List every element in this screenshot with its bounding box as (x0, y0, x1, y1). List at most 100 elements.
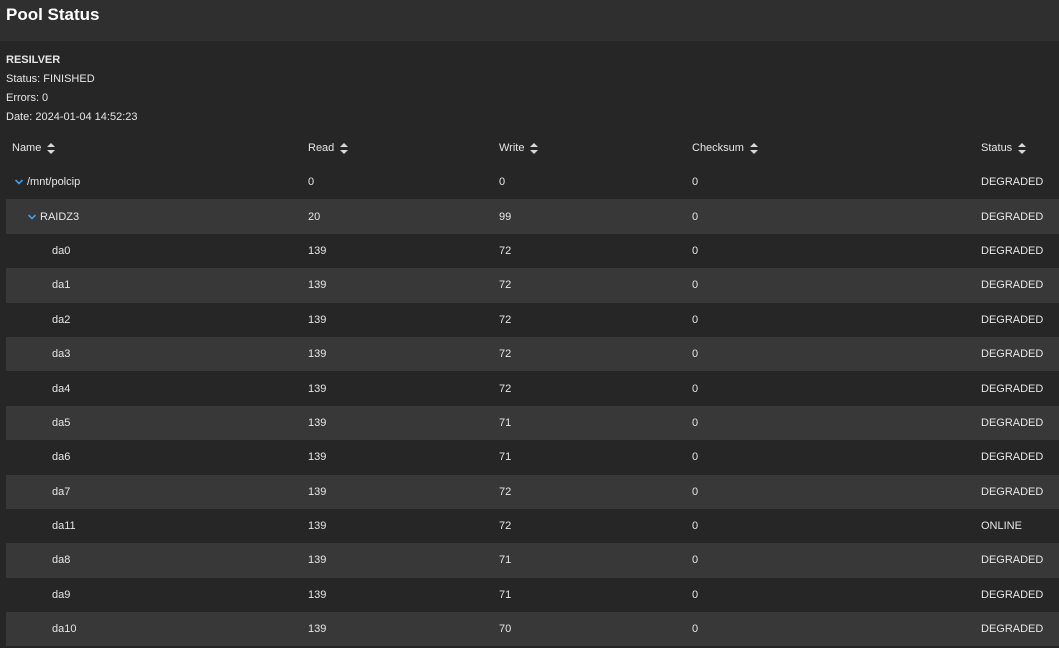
device-name: da1 (52, 279, 71, 292)
cell-status: DEGRADED (981, 176, 1044, 189)
chevron-down-icon[interactable] (14, 177, 24, 187)
cell-read: 139 (308, 348, 327, 361)
device-name: da8 (52, 554, 71, 567)
cell-name: da7 (6, 486, 308, 498)
sort-icon[interactable] (530, 142, 539, 154)
column-header-read[interactable]: Read (308, 142, 499, 154)
cell-write: 72 (499, 244, 512, 257)
cell-write: 99 (499, 210, 512, 223)
cell-name: /mnt/polcip (6, 176, 308, 188)
table-row[interactable]: /mnt/polcip 0 0 0 DEGRADED (6, 165, 1059, 199)
cell-status: DEGRADED (981, 485, 1044, 498)
table-row[interactable]: da5 139 71 0 DEGRADED (6, 405, 1059, 441)
device-name: da11 (52, 520, 76, 533)
cell-status: DEGRADED (981, 279, 1044, 292)
cell-read: 139 (308, 313, 327, 326)
cell-read: 139 (308, 485, 327, 498)
cell-name: RAIDZ3 (6, 211, 308, 223)
cell-read: 139 (308, 623, 327, 636)
cell-name: da10 (6, 623, 308, 635)
cell-status: DEGRADED (981, 348, 1044, 361)
sort-icon[interactable] (1018, 142, 1027, 154)
table-row[interactable]: da3 139 72 0 DEGRADED (6, 336, 1059, 372)
sort-icon[interactable] (749, 142, 758, 154)
cell-checksum: 0 (692, 520, 699, 533)
device-name: da3 (52, 348, 71, 361)
table-header: Name Read Write Checksum Status (6, 131, 1059, 165)
cell-status: DEGRADED (981, 313, 1044, 326)
cell-checksum: 0 (692, 485, 699, 498)
page-header: Pool Status (0, 0, 1059, 41)
table-row[interactable]: da0 139 72 0 DEGRADED (6, 234, 1059, 268)
scan-title: RESILVER (6, 54, 61, 66)
cell-write: 71 (499, 416, 512, 429)
scan-errors: Errors: 0 (6, 92, 49, 104)
pool-devices-table: Name Read Write Checksum Status /mnt/pol… (6, 131, 1059, 647)
cell-status: DEGRADED (981, 416, 1044, 429)
column-header-label: Name (12, 142, 42, 154)
sort-icon[interactable] (47, 142, 56, 154)
cell-status: DEGRADED (981, 451, 1044, 464)
cell-read: 139 (308, 588, 327, 601)
cell-checksum: 0 (692, 588, 699, 601)
cell-status: DEGRADED (981, 244, 1044, 257)
device-name: da10 (52, 623, 77, 636)
cell-status: DEGRADED (981, 554, 1044, 567)
cell-checksum: 0 (692, 348, 699, 361)
cell-checksum: 0 (692, 313, 699, 326)
table-row[interactable]: da2 139 72 0 DEGRADED (6, 303, 1059, 337)
table-row[interactable]: da4 139 72 0 DEGRADED (6, 371, 1059, 405)
pool-status-content: RESILVER Status: FINISHED Errors: 0 Date… (0, 41, 1059, 648)
cell-name: da4 (6, 383, 308, 395)
cell-checksum: 0 (692, 176, 699, 189)
cell-write: 72 (499, 279, 512, 292)
column-header-checksum[interactable]: Checksum (692, 142, 981, 154)
column-header-name[interactable]: Name (6, 142, 308, 154)
column-header-write[interactable]: Write (499, 142, 692, 154)
chevron-down-icon[interactable] (27, 212, 37, 222)
column-header-status[interactable]: Status (981, 142, 1059, 154)
device-name: da2 (52, 313, 71, 326)
cell-write: 72 (499, 485, 512, 498)
page-title: Pool Status (6, 5, 100, 24)
cell-read: 139 (308, 244, 327, 257)
cell-checksum: 0 (692, 279, 699, 292)
table-row[interactable]: RAIDZ3 20 99 0 DEGRADED (6, 199, 1059, 234)
cell-read: 139 (308, 416, 327, 429)
cell-read: 0 (308, 176, 315, 189)
table-row[interactable]: da7 139 72 0 DEGRADED (6, 474, 1059, 509)
table-row[interactable]: da1 139 72 0 DEGRADED (6, 268, 1059, 303)
cell-name: da2 (6, 314, 308, 326)
cell-checksum: 0 (692, 623, 699, 636)
device-name: da9 (52, 588, 71, 601)
scan-info: RESILVER Status: FINISHED Errors: 0 Date… (0, 41, 1059, 127)
cell-read: 139 (308, 554, 327, 567)
table-row[interactable]: da8 139 71 0 DEGRADED (6, 543, 1059, 578)
device-name: da0 (52, 244, 71, 257)
cell-checksum: 0 (692, 210, 699, 223)
cell-checksum: 0 (692, 554, 699, 567)
cell-name: da5 (6, 417, 308, 429)
cell-status: ONLINE (981, 520, 1022, 533)
table-row[interactable]: da9 139 71 0 DEGRADED (6, 578, 1059, 612)
cell-write: 0 (499, 176, 506, 189)
cell-write: 72 (499, 313, 512, 326)
device-name: da5 (52, 416, 71, 429)
cell-read: 139 (308, 451, 327, 464)
table-row[interactable]: da10 139 70 0 DEGRADED (6, 612, 1059, 647)
table-row[interactable]: da11 139 72 0 ONLINE (6, 509, 1059, 543)
cell-checksum: 0 (692, 382, 699, 395)
cell-name: da11 (6, 520, 308, 532)
device-name: da7 (52, 485, 71, 498)
cell-write: 72 (499, 520, 512, 533)
sort-icon[interactable] (340, 142, 349, 154)
cell-name: da1 (6, 279, 308, 291)
cell-name: da0 (6, 245, 308, 257)
cell-read: 139 (308, 520, 327, 533)
cell-name: da6 (6, 451, 308, 463)
column-header-label: Write (499, 142, 525, 154)
table-row[interactable]: da6 139 71 0 DEGRADED (6, 440, 1059, 474)
cell-status: DEGRADED (981, 382, 1044, 395)
device-name: /mnt/polcip (27, 176, 81, 189)
cell-write: 71 (499, 554, 512, 567)
